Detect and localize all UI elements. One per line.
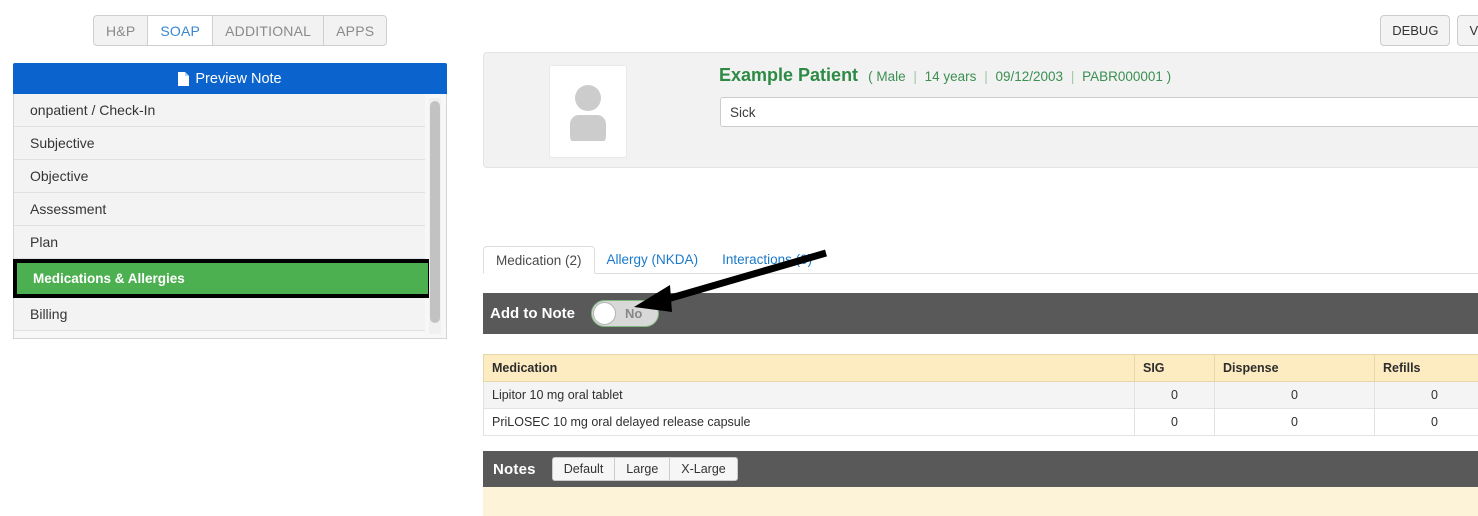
notes-title: Notes bbox=[493, 460, 536, 478]
patient-header-card: Example Patient ( Male | 14 years | 09/1… bbox=[483, 52, 1478, 168]
sidebar-scrollbar-track[interactable] bbox=[429, 98, 441, 334]
tab-medication[interactable]: Medication (2) bbox=[483, 246, 595, 274]
table-row[interactable]: PriLOSEC 10 mg oral delayed release caps… bbox=[483, 408, 1478, 436]
cell-medication: PriLOSEC 10 mg oral delayed release caps… bbox=[483, 408, 1135, 436]
tab-apps[interactable]: APPS bbox=[323, 15, 388, 46]
top-right-actions: DEBUG Vie bbox=[1380, 15, 1478, 46]
column-header-dispense: Dispense bbox=[1214, 354, 1375, 382]
toggle-knob bbox=[592, 302, 616, 325]
tab-soap[interactable]: SOAP bbox=[147, 15, 213, 46]
medication-table: Medication SIG Dispense Refills Lipitor … bbox=[483, 354, 1478, 436]
cell-dispense: 0 bbox=[1214, 381, 1375, 409]
tab-allergy[interactable]: Allergy (NKDA) bbox=[595, 245, 711, 273]
view-button[interactable]: Vie bbox=[1457, 15, 1478, 46]
patient-meta: ( Male | 14 years | 09/12/2003 | PABR000… bbox=[868, 69, 1171, 84]
paren-open: ( bbox=[868, 69, 873, 84]
cell-dispense: 0 bbox=[1214, 408, 1375, 436]
column-header-refills: Refills bbox=[1374, 354, 1478, 382]
toggle-value-label: No bbox=[624, 306, 643, 321]
column-header-sig: SIG bbox=[1134, 354, 1215, 382]
note-sections-sidebar: Preview Note onpatient / Check-In Subjec… bbox=[13, 63, 447, 339]
meta-sep-1: | bbox=[913, 69, 917, 84]
sidebar-scrollbar-thumb[interactable] bbox=[430, 101, 440, 323]
notes-editor-body[interactable] bbox=[483, 487, 1478, 516]
meta-sep-2: | bbox=[984, 69, 988, 84]
highlight-box-medications-allergies: Medications & Allergies bbox=[13, 259, 432, 298]
tab-interactions[interactable]: Interactions (0) bbox=[710, 245, 824, 273]
sidebar-list: onpatient / Check-In Subjective Objectiv… bbox=[13, 94, 447, 339]
sidebar-item-assessment[interactable]: Assessment bbox=[14, 193, 425, 226]
tab-hp[interactable]: H&P bbox=[93, 15, 148, 46]
add-to-note-toggle[interactable]: No bbox=[590, 300, 659, 327]
meta-sep-3: | bbox=[1070, 69, 1075, 84]
sidebar-item-objective[interactable]: Objective bbox=[14, 160, 425, 193]
sidebar-item-subjective[interactable]: Subjective bbox=[14, 127, 425, 160]
sidebar-item-medications-allergies[interactable]: Medications & Allergies bbox=[17, 263, 428, 294]
table-row[interactable]: Lipitor 10 mg oral tablet 0 0 0 bbox=[483, 381, 1478, 409]
patient-sex: Male bbox=[876, 69, 906, 84]
cell-sig: 0 bbox=[1134, 381, 1215, 409]
notes-size-button-group: Default Large X-Large bbox=[551, 457, 738, 481]
cell-refills: 0 bbox=[1374, 408, 1478, 436]
tab-additional[interactable]: ADDITIONAL bbox=[212, 15, 324, 46]
document-icon bbox=[178, 71, 190, 86]
cell-medication: Lipitor 10 mg oral tablet bbox=[483, 381, 1135, 409]
app-root: H&P SOAP ADDITIONAL APPS DEBUG Vie Previ… bbox=[0, 0, 1478, 516]
debug-button[interactable]: DEBUG bbox=[1380, 15, 1451, 46]
table-header-row: Medication SIG Dispense Refills bbox=[483, 354, 1478, 382]
avatar bbox=[549, 65, 627, 158]
sidebar-item-plan[interactable]: Plan bbox=[14, 226, 425, 259]
add-to-note-label: Add to Note bbox=[490, 305, 575, 322]
add-to-note-bar: Add to Note No bbox=[483, 293, 1478, 334]
patient-mrn: PABR000001 bbox=[1082, 69, 1163, 84]
sidebar-item-onpatient-checkin[interactable]: onpatient / Check-In bbox=[14, 94, 425, 127]
visit-reason-input[interactable]: Sick bbox=[720, 97, 1478, 127]
size-button-default[interactable]: Default bbox=[551, 457, 615, 481]
top-section-tabs: H&P SOAP ADDITIONAL APPS bbox=[93, 15, 388, 46]
medication-section-tabs: Medication (2) Allergy (NKDA) Interactio… bbox=[483, 246, 1478, 274]
cell-refills: 0 bbox=[1374, 381, 1478, 409]
page-title: Example Patient bbox=[719, 65, 859, 85]
paren-close: ) bbox=[1166, 69, 1172, 84]
cell-sig: 0 bbox=[1134, 408, 1215, 436]
patient-identity: Example Patient ( Male | 14 years | 09/1… bbox=[719, 65, 1171, 86]
person-placeholder-icon bbox=[570, 84, 606, 141]
column-header-medication: Medication bbox=[483, 354, 1135, 382]
sidebar-item-billing[interactable]: Billing bbox=[14, 298, 425, 331]
preview-note-label: Preview Note bbox=[195, 70, 282, 87]
patient-age: 14 years bbox=[924, 69, 977, 84]
notes-bar: Notes Default Large X-Large bbox=[483, 451, 1478, 487]
size-button-large[interactable]: Large bbox=[614, 457, 670, 481]
preview-note-button[interactable]: Preview Note bbox=[13, 63, 447, 94]
patient-dob: 09/12/2003 bbox=[995, 69, 1064, 84]
size-button-xlarge[interactable]: X-Large bbox=[669, 457, 738, 481]
